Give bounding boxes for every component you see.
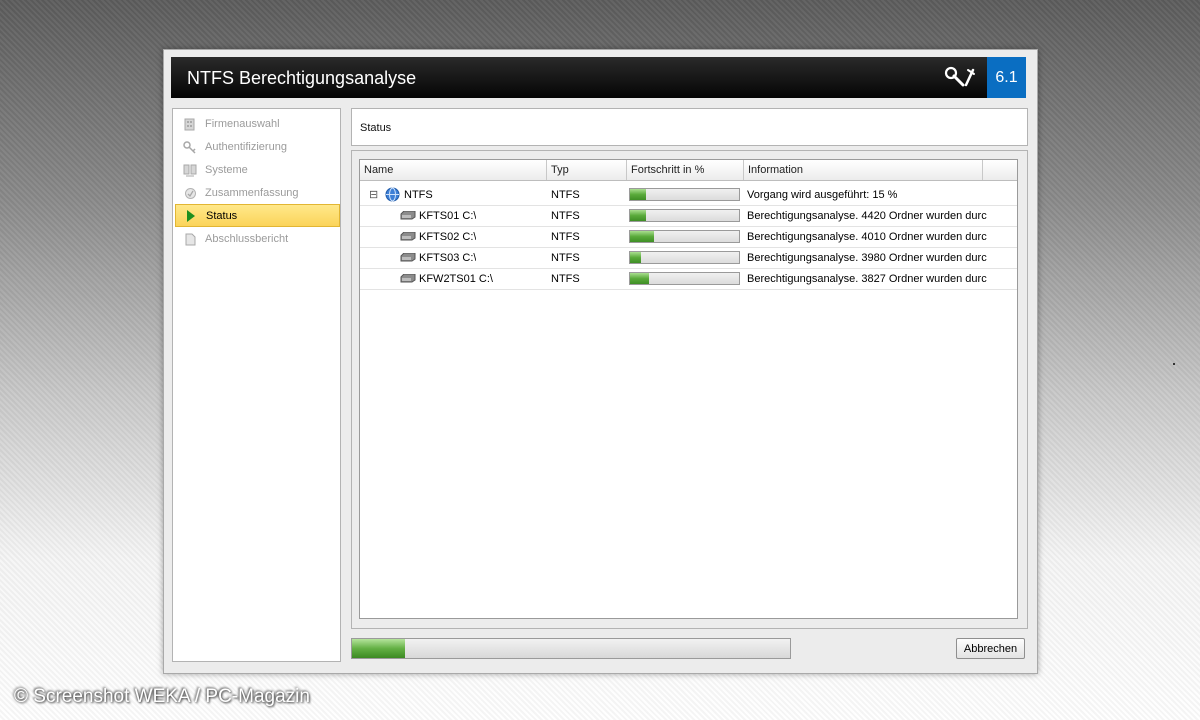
row-name: KFTS02 C:\: [419, 231, 477, 243]
row-type: NTFS: [551, 252, 580, 264]
sidebar-item-systeme[interactable]: Systeme: [175, 159, 338, 181]
column-header-type[interactable]: Typ: [547, 160, 627, 180]
column-header-progress[interactable]: Fortschritt in %: [627, 160, 744, 180]
table-row[interactable]: KFTS02 C:\ NTFS Berechtigungsanalyse. 40…: [360, 227, 1017, 248]
row-progress-bar: [629, 188, 740, 201]
title-bar: NTFS Berechtigungsanalyse 6.1: [171, 57, 1026, 98]
row-name: NTFS: [404, 189, 433, 201]
sidebar-item-label: Systeme: [205, 164, 248, 176]
row-type: NTFS: [551, 231, 580, 243]
row-progress-bar: [629, 272, 740, 285]
cancel-button[interactable]: Abbrechen: [956, 638, 1025, 659]
grid-header: Name Typ Fortschritt in % Information: [360, 160, 1017, 181]
sidebar-item-abschlussbericht[interactable]: Abschlussbericht: [175, 228, 338, 250]
building-icon: [183, 117, 197, 131]
sidebar-item-zusammenfassung[interactable]: Zusammenfassung: [175, 182, 338, 204]
drive-icon: [400, 274, 416, 286]
play-arrow-icon: [184, 209, 198, 223]
sidebar-item-label: Status: [206, 209, 238, 222]
row-information: Berechtigungsanalyse. 4420 Ordner wurden…: [747, 210, 987, 222]
copyright-watermark: © Screenshot WEKA / PC-Magazin: [14, 686, 310, 707]
status-grid: Name Typ Fortschritt in % Information ⊟ …: [359, 159, 1175, 619]
collapse-toggle-icon[interactable]: ⊟: [369, 188, 378, 201]
row-information: Berechtigungsanalyse. 3827 Ordner wurden…: [747, 273, 987, 285]
version-badge: 6.1: [987, 57, 1026, 98]
table-row[interactable]: ⊟ NTFS NTFS Vorgang wird ausgeführt: 15 …: [360, 185, 1017, 206]
app-window: NTFS Berechtigungsanalyse 6.1 Firmenausw…: [163, 49, 1175, 674]
globe-icon: [385, 187, 400, 205]
stray-pixel: [1173, 363, 1175, 365]
sidebar-item-label: Authentifizierung: [205, 141, 287, 153]
sidebar-item-status[interactable]: Status: [175, 204, 340, 227]
row-name: KFTS01 C:\: [419, 210, 477, 222]
row-progress-bar: [629, 251, 740, 264]
status-title: Status: [360, 122, 392, 134]
drive-icon: [400, 232, 416, 244]
table-row[interactable]: KFW2TS01 C:\ NTFS Berechtigungsanalyse. …: [360, 269, 1017, 290]
row-name: KFW2TS01 C:\: [419, 273, 493, 285]
sidebar-item-label: Abschlussbericht: [205, 233, 289, 245]
row-name: KFTS03 C:\: [419, 252, 477, 264]
report-icon: [183, 232, 197, 246]
window-title: NTFS Berechtigungsanalyse: [187, 68, 417, 88]
key-icon: [183, 140, 197, 154]
tools-icon[interactable]: [942, 65, 976, 89]
row-type: NTFS: [551, 189, 580, 201]
row-type: NTFS: [551, 210, 580, 222]
row-progress-bar: [629, 209, 740, 222]
status-panel: Name Typ Fortschritt in % Information ⊟ …: [351, 150, 1175, 629]
row-information: Berechtigungsanalyse. 3980 Ordner wurden…: [747, 252, 987, 264]
row-type: NTFS: [551, 273, 580, 285]
wizard-sidebar: Firmenauswahl Authentifizierung Systeme …: [172, 108, 341, 662]
row-information: Vorgang wird ausgeführt: 15 %: [747, 189, 898, 201]
sidebar-item-firmenauswahl[interactable]: Firmenauswahl: [175, 113, 338, 135]
drive-icon: [400, 211, 416, 223]
table-row[interactable]: KFTS01 C:\ NTFS Berechtigungsanalyse. 44…: [360, 206, 1017, 227]
drive-icon: [400, 253, 416, 265]
servers-icon: [183, 163, 197, 177]
sidebar-item-label: Zusammenfassung: [205, 187, 299, 199]
overall-progress-bar: [351, 638, 791, 659]
row-information: Berechtigungsanalyse. 4010 Ordner wurden…: [747, 231, 987, 243]
row-progress-bar: [629, 230, 740, 243]
sidebar-item-label: Firmenauswahl: [205, 118, 280, 130]
sidebar-item-authentifizierung[interactable]: Authentifizierung: [175, 136, 338, 158]
column-header-name[interactable]: Name: [360, 160, 547, 180]
status-header: Status: [351, 108, 1028, 146]
summary-icon: [183, 186, 197, 200]
column-header-information[interactable]: Information: [744, 160, 983, 180]
table-row[interactable]: KFTS03 C:\ NTFS Berechtigungsanalyse. 39…: [360, 248, 1017, 269]
